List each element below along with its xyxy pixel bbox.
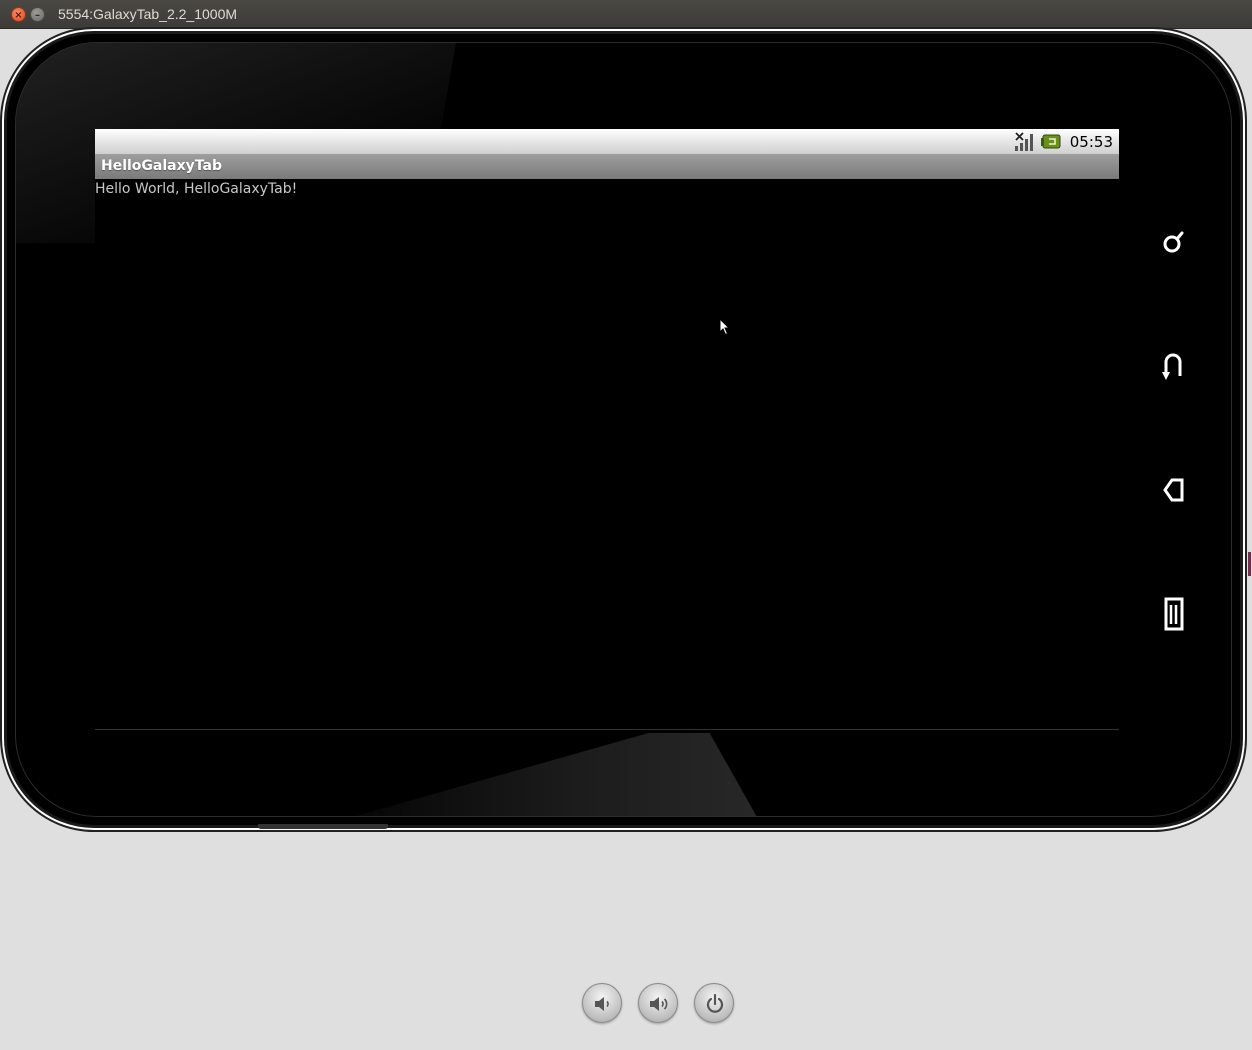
- home-icon: [1163, 478, 1184, 502]
- app-title-bar: HelloGalaxyTab: [95, 154, 1119, 179]
- bezel-gloss-bottom: [296, 733, 766, 816]
- menu-key[interactable]: [1158, 596, 1188, 632]
- power-button[interactable]: [694, 983, 734, 1023]
- menu-icon: [1164, 597, 1184, 631]
- volume-up-icon: [650, 997, 668, 1011]
- status-icons: 05:53: [1014, 131, 1113, 152]
- search-key[interactable]: [1158, 224, 1188, 260]
- volume-up-button[interactable]: [638, 983, 678, 1023]
- back-arrow-icon: [1162, 353, 1182, 380]
- window-title: 5554:GalaxyTab_2.2_1000M: [58, 6, 238, 22]
- android-status-bar[interactable]: 05:53: [95, 129, 1119, 154]
- minimize-window-button[interactable]: –: [30, 7, 45, 22]
- close-window-button[interactable]: ×: [11, 7, 26, 22]
- search-icon: [1163, 231, 1184, 253]
- no-signal-icon: [1014, 131, 1036, 152]
- window-titlebar: × – 5554:GalaxyTab_2.2_1000M: [0, 0, 1252, 29]
- mouse-cursor-icon: [719, 318, 731, 336]
- back-key[interactable]: [1158, 348, 1188, 384]
- screen-bottom-edge: [95, 729, 1119, 730]
- power-icon: [706, 993, 724, 1013]
- home-key[interactable]: [1158, 472, 1188, 508]
- volume-down-icon: [595, 997, 609, 1011]
- app-title: HelloGalaxyTab: [101, 158, 222, 174]
- hello-text: Hello World, HelloGalaxyTab!: [95, 181, 298, 197]
- volume-down-button[interactable]: [582, 983, 622, 1023]
- usb-debug-icon: [1040, 132, 1062, 152]
- emulator-screen[interactable]: 05:53 HelloGalaxyTab Hello World, HelloG…: [95, 129, 1119, 729]
- status-time: 05:53: [1069, 132, 1113, 151]
- device-bottom-tab: [258, 824, 388, 829]
- window-edge-marker: [1248, 552, 1251, 576]
